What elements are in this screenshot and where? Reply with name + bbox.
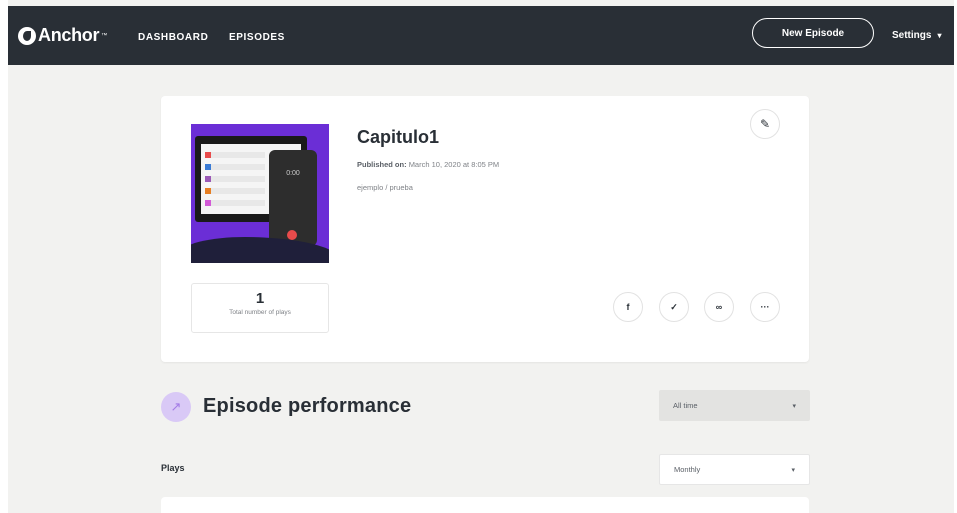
plays-chart-card xyxy=(161,497,809,513)
interval-select[interactable]: Monthly ▾ xyxy=(659,454,810,485)
twitter-icon: ✓ xyxy=(670,301,678,312)
more-icon: ··· xyxy=(760,302,770,312)
share-facebook-button[interactable]: f xyxy=(613,292,643,322)
anchor-logo-icon xyxy=(18,26,36,45)
episode-title: Capitulo1 xyxy=(357,127,440,147)
chevron-down-icon: ▾ xyxy=(792,402,796,410)
episode-card: 0:00 Capitulo1 Published on: March 10, 2… xyxy=(161,96,809,362)
top-navigation-bar: Anchor ™ DASHBOARD EPISODES New Episode … xyxy=(8,6,954,65)
trademark-mark: ™ xyxy=(101,32,108,39)
published-date: Published on: March 10, 2020 at 8:05 PM xyxy=(357,160,500,169)
settings-label: Settings xyxy=(892,30,932,41)
plays-count: 1 xyxy=(255,290,265,307)
edit-episode-button[interactable]: ✎ xyxy=(750,109,780,139)
episode-description: ejemplo / prueba xyxy=(357,183,413,192)
nav-episodes[interactable]: EPISODES xyxy=(229,32,285,43)
chevron-down-icon: ▾ xyxy=(937,31,942,40)
chevron-down-icon: ▾ xyxy=(791,466,795,474)
episode-performance-heading: Episode performance xyxy=(203,395,412,417)
more-options-button[interactable]: ··· xyxy=(750,292,780,322)
plays-heading: Plays xyxy=(161,463,185,473)
plays-label: Total number of plays xyxy=(229,309,291,316)
copy-link-button[interactable]: ∞ xyxy=(704,292,734,322)
phone-illustration: 0:00 xyxy=(269,150,317,246)
share-twitter-button[interactable]: ✓ xyxy=(659,292,689,322)
new-episode-button[interactable]: New Episode xyxy=(752,18,874,48)
total-plays-box: 1 Total number of plays xyxy=(191,283,329,333)
performance-chart-icon: ↗ xyxy=(161,392,191,422)
link-icon: ∞ xyxy=(715,302,723,312)
facebook-icon: f xyxy=(626,302,630,312)
record-icon xyxy=(287,230,297,240)
episode-cover-art: 0:00 xyxy=(191,124,329,263)
pencil-icon: ✎ xyxy=(759,117,771,131)
nav-dashboard[interactable]: DASHBOARD xyxy=(138,32,208,43)
time-range-select[interactable]: All time ▾ xyxy=(659,390,810,421)
brand-name: Anchor xyxy=(38,25,100,45)
anchor-logo[interactable]: Anchor ™ xyxy=(18,25,107,46)
settings-menu[interactable]: Settings ▾ xyxy=(892,30,941,41)
